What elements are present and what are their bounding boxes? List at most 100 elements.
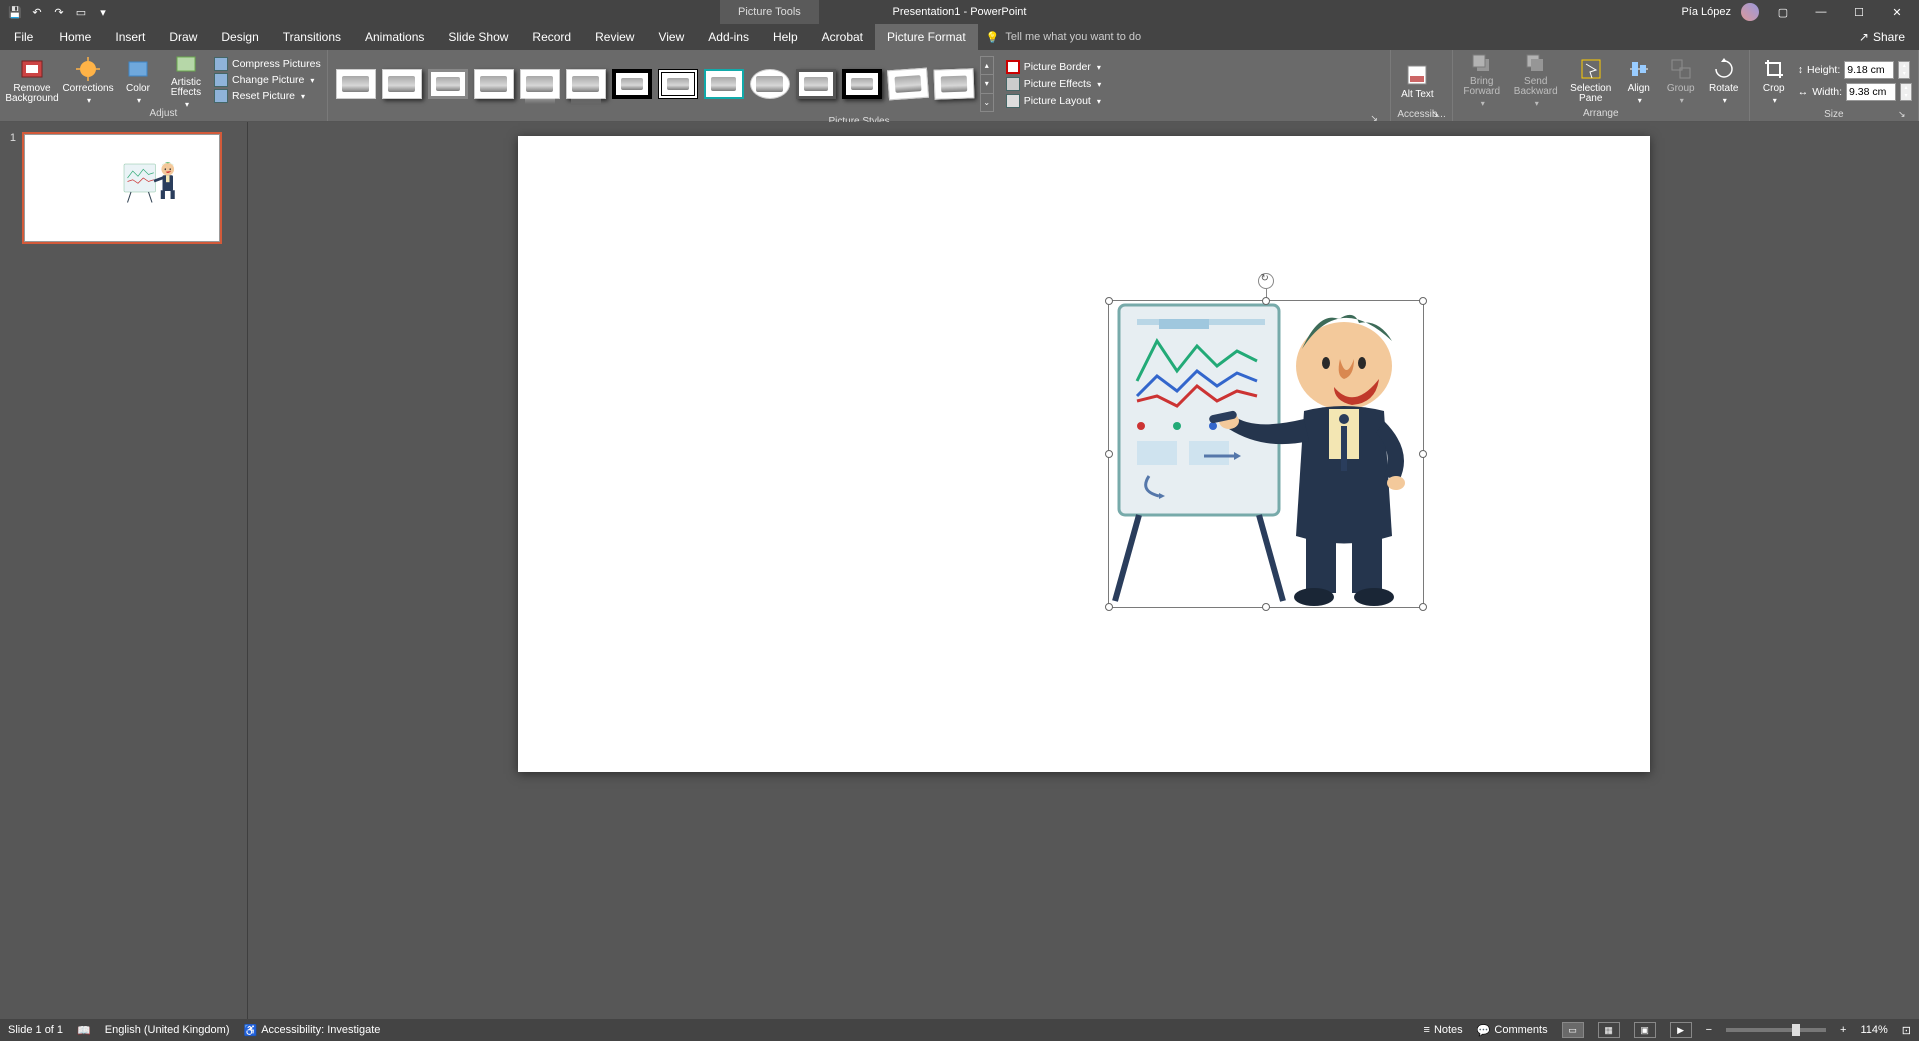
- tab-home[interactable]: Home: [47, 24, 103, 50]
- handle-sw[interactable]: [1105, 603, 1113, 611]
- gallery-scroll-down[interactable]: ▾: [981, 75, 993, 93]
- handle-ne[interactable]: [1419, 297, 1427, 305]
- color-button[interactable]: Color ▾: [118, 52, 158, 108]
- slide-editor[interactable]: [248, 122, 1919, 1019]
- gallery-scroll-up[interactable]: ▴: [981, 57, 993, 75]
- style-thumb-1[interactable]: [336, 69, 376, 99]
- accessibility-status[interactable]: ♿Accessibility: Investigate: [243, 1024, 380, 1037]
- slide-thumbnails-pane[interactable]: 1: [0, 122, 248, 1019]
- save-icon[interactable]: 💾: [8, 5, 22, 19]
- picture-effects-button[interactable]: Picture Effects▾: [1006, 77, 1102, 91]
- selected-picture[interactable]: [1108, 300, 1424, 608]
- rotate-handle[interactable]: [1258, 273, 1274, 289]
- spellcheck-icon[interactable]: 📖: [77, 1024, 91, 1037]
- handle-n[interactable]: [1262, 297, 1270, 305]
- rotate-button[interactable]: Rotate▾: [1705, 52, 1743, 108]
- zoom-out-button[interactable]: −: [1706, 1024, 1712, 1036]
- style-thumb-3[interactable]: [428, 69, 468, 99]
- style-thumb-14[interactable]: [933, 68, 974, 99]
- width-input[interactable]: [1846, 83, 1896, 101]
- picture-border-button[interactable]: Picture Border▾: [1006, 60, 1102, 74]
- style-thumb-8[interactable]: [658, 69, 698, 99]
- handle-w[interactable]: [1105, 450, 1113, 458]
- style-thumb-5[interactable]: [520, 69, 560, 99]
- tab-transitions[interactable]: Transitions: [271, 24, 353, 50]
- tab-design[interactable]: Design: [209, 24, 270, 50]
- handle-nw[interactable]: [1105, 297, 1113, 305]
- tab-slide-show[interactable]: Slide Show: [436, 24, 520, 50]
- reset-picture-button[interactable]: Reset Picture▾: [214, 89, 321, 103]
- tab-picture-format[interactable]: Picture Format: [875, 24, 978, 50]
- start-from-beginning-icon[interactable]: ▭: [74, 5, 88, 19]
- compress-pictures-button[interactable]: Compress Pictures: [214, 57, 321, 71]
- tab-add-ins[interactable]: Add-ins: [696, 24, 761, 50]
- slide-indicator[interactable]: Slide 1 of 1: [8, 1024, 63, 1036]
- style-thumb-11[interactable]: [796, 69, 836, 99]
- lightbulb-icon: 💡: [986, 31, 1000, 44]
- undo-icon[interactable]: ↶: [30, 5, 44, 19]
- normal-view-button[interactable]: ▭: [1562, 1022, 1584, 1038]
- share-button[interactable]: ↗ Share: [1859, 24, 1919, 50]
- reading-view-button[interactable]: ▣: [1634, 1022, 1656, 1038]
- tab-draw[interactable]: Draw: [157, 24, 209, 50]
- style-thumb-2[interactable]: [382, 69, 422, 99]
- width-spinner[interactable]: ▴▾: [1900, 83, 1912, 101]
- style-thumb-12[interactable]: [842, 69, 882, 99]
- minimize-button[interactable]: —: [1807, 0, 1835, 24]
- height-spinner[interactable]: ▴▾: [1898, 61, 1910, 79]
- slideshow-view-button[interactable]: ▶: [1670, 1022, 1692, 1038]
- tab-help[interactable]: Help: [761, 24, 810, 50]
- align-button[interactable]: Align▾: [1621, 52, 1657, 108]
- style-thumb-7[interactable]: [612, 69, 652, 99]
- remove-background-button[interactable]: Remove Background: [6, 52, 58, 108]
- tab-insert[interactable]: Insert: [103, 24, 157, 50]
- slide-sorter-view-button[interactable]: ▦: [1598, 1022, 1620, 1038]
- alt-text-button[interactable]: Alt Text: [1397, 53, 1437, 109]
- corrections-button[interactable]: Corrections ▾: [64, 52, 112, 108]
- fit-to-window-button[interactable]: ⊡: [1902, 1024, 1911, 1037]
- slide-canvas[interactable]: [518, 136, 1650, 772]
- tab-review[interactable]: Review: [583, 24, 646, 50]
- size-launcher[interactable]: ↘: [1898, 109, 1910, 121]
- crop-button[interactable]: Crop▾: [1756, 53, 1792, 109]
- picture-layout-button[interactable]: Picture Layout▾: [1006, 94, 1102, 108]
- handle-e[interactable]: [1419, 450, 1427, 458]
- slide-thumbnail[interactable]: [22, 132, 222, 244]
- tab-record[interactable]: Record: [520, 24, 583, 50]
- maximize-button[interactable]: ☐: [1845, 0, 1873, 24]
- qat-customize-icon[interactable]: ▾: [96, 5, 110, 19]
- picture-border-icon: [1006, 60, 1020, 74]
- zoom-slider[interactable]: [1726, 1028, 1826, 1032]
- tab-file[interactable]: File: [0, 24, 47, 50]
- tab-acrobat[interactable]: Acrobat: [810, 24, 875, 50]
- compress-label: Compress Pictures: [232, 58, 321, 70]
- zoom-slider-knob[interactable]: [1792, 1024, 1800, 1036]
- selection-pane-button[interactable]: Selection Pane: [1567, 52, 1615, 108]
- height-input[interactable]: [1844, 61, 1894, 79]
- change-picture-button[interactable]: Change Picture▾: [214, 73, 321, 87]
- style-thumb-9[interactable]: [704, 69, 744, 99]
- style-thumb-4[interactable]: [474, 69, 514, 99]
- style-thumb-6[interactable]: [566, 69, 606, 99]
- tab-animations[interactable]: Animations: [353, 24, 436, 50]
- zoom-in-button[interactable]: +: [1840, 1024, 1846, 1036]
- ribbon-display-options-icon[interactable]: ▢: [1769, 0, 1797, 24]
- user-avatar[interactable]: [1741, 3, 1759, 21]
- tell-me-search[interactable]: 💡 Tell me what you want to do: [986, 24, 1141, 50]
- notes-button[interactable]: ≡Notes: [1424, 1024, 1463, 1036]
- redo-icon[interactable]: ↷: [52, 5, 66, 19]
- accessibility-launcher[interactable]: ↘: [1432, 109, 1444, 121]
- zoom-level[interactable]: 114%: [1860, 1024, 1887, 1036]
- language-indicator[interactable]: English (United Kingdom): [105, 1024, 230, 1036]
- tab-view[interactable]: View: [646, 24, 696, 50]
- artistic-effects-button[interactable]: Artistic Effects ▾: [164, 52, 208, 108]
- handle-se[interactable]: [1419, 603, 1427, 611]
- style-thumb-10[interactable]: [750, 69, 790, 99]
- close-button[interactable]: ✕: [1883, 0, 1911, 24]
- comments-button[interactable]: 💬Comments: [1477, 1024, 1548, 1037]
- handle-s[interactable]: [1262, 603, 1270, 611]
- gallery-more[interactable]: ⌄: [981, 94, 993, 111]
- contextual-tab-title: Picture Tools: [720, 0, 819, 24]
- slide-thumb-1[interactable]: 1: [6, 132, 237, 244]
- style-thumb-13[interactable]: [887, 68, 929, 101]
